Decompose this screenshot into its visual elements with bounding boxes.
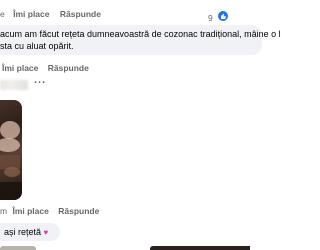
like-button[interactable]: Îmi place [13,9,49,19]
comment-actions: Îmi place Răspunde [2,63,89,73]
reply-button[interactable]: Răspunde [58,206,99,216]
photo-content [0,121,22,200]
comment-time: e [0,9,5,19]
reaction-count: 9 [208,13,213,23]
comment-bubble: acum am făcut rețeta dumneavoastră de co… [0,25,281,55]
more-options-icon[interactable]: ... [34,74,46,86]
like-button[interactable]: Îmi place [12,206,48,216]
reply-button[interactable]: Răspunde [48,63,89,73]
comment-text-line-2: sta cu aluat opărit. [0,41,74,51]
reply-button[interactable]: Răspunde [60,9,101,19]
comment-time: m [0,206,8,216]
next-comment-photo [150,246,250,250]
top-comment-actions: e Îmi place Răspunde [0,9,101,19]
reaction-summary[interactable]: 9 [208,8,229,23]
next-comment-photo [0,246,36,250]
blurred-author-name [0,80,28,90]
photo-comment-actions: m Îmi place Răspunde [0,206,99,216]
pink-heart-icon: ♥ [43,228,49,237]
comment-photo[interactable] [0,100,22,200]
comment-bubble: ași rețetă ♥ [0,223,60,241]
like-button[interactable]: Îmi place [2,63,38,73]
comment-text: ași rețetă ♥ [4,227,49,237]
like-reaction-icon [218,10,229,21]
comment-text-line-1: acum am făcut rețeta dumneavoastră de co… [0,29,281,39]
